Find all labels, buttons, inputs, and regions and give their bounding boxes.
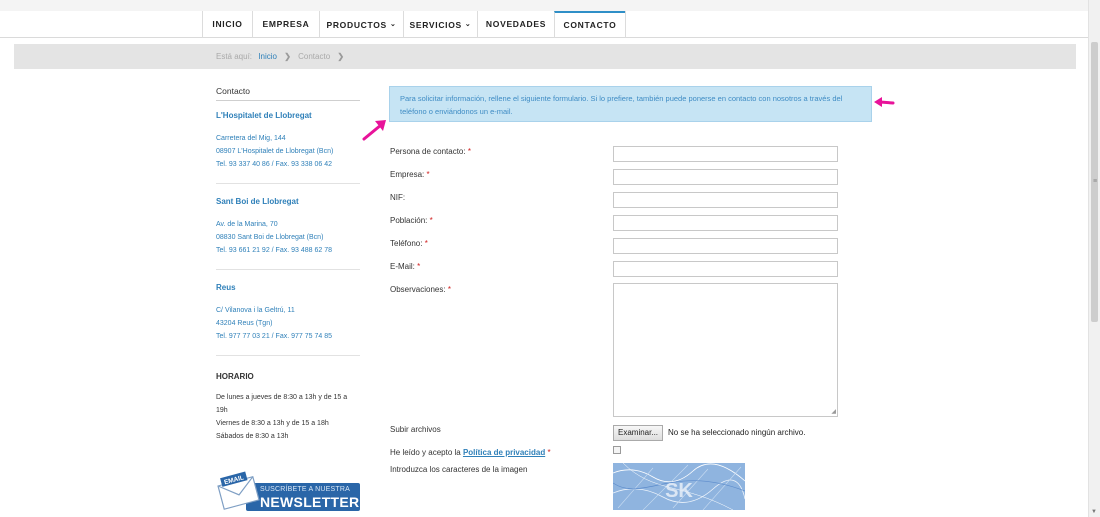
nav-empresa[interactable]: EMPRESA [252, 11, 319, 38]
newsletter-big-text: NEWSLETTER [260, 494, 360, 510]
info-message: Para solicitar información, rellene el s… [389, 86, 872, 122]
nav-empresa-label: EMPRESA [262, 19, 310, 29]
scroll-grip-icon: ≡ [1093, 178, 1098, 185]
company-label: Empresa: * [390, 170, 430, 179]
privacy-policy-link[interactable]: Política de privacidad [463, 448, 545, 457]
nav-novedades[interactable]: NOVEDADES [477, 11, 554, 38]
privacy-label: He leído y acepto la Política de privaci… [390, 448, 551, 457]
office-hospitalet: L'Hospitalet de Llobregat Carretera del … [216, 111, 360, 184]
required-mark: * [424, 239, 428, 248]
nav-contacto-label: CONTACTO [563, 20, 617, 30]
captcha-image: SK [613, 463, 745, 510]
phone-input[interactable] [613, 238, 838, 254]
chevron-down-icon: ⌄ [389, 21, 397, 28]
required-mark: * [547, 448, 551, 457]
required-mark: * [426, 170, 430, 179]
newsletter-small-text: SUSCRÍBETE A NUESTRA [260, 486, 350, 493]
phone-label: Teléfono: * [390, 239, 428, 248]
nav-productos[interactable]: PRODUCTOS ⌄ [319, 11, 403, 38]
horario-title: HORARIO [216, 372, 254, 381]
scroll-down-icon[interactable]: ▼ [1091, 509, 1097, 515]
office-name: Reus [216, 283, 236, 292]
horario-lines: De lunes a jueves de 8:30 a 13h y de 15 … [216, 391, 360, 443]
town-label: Población: * [390, 216, 433, 225]
office-address: C/ Vilanova i la Geltrú, 11 [216, 307, 295, 314]
horario-line: Sábados de 8:30 a 13h [216, 433, 289, 440]
office-reus: Reus C/ Vilanova i la Geltrú, 11 43204 R… [216, 283, 360, 356]
office-address: Carretera del Mig, 144 [216, 135, 286, 142]
upload-label: Subir archivos [390, 425, 441, 434]
observations-label: Observaciones: * [390, 285, 451, 294]
required-mark: * [417, 262, 421, 271]
office-city: 08907 L'Hospitalet de Llobregat (Bcn) [216, 148, 334, 155]
nif-input[interactable] [613, 192, 838, 208]
office-phone: Tel. 977 77 03 21 / Fax. 977 75 74 85 [216, 333, 332, 340]
annotation-arrow-icon [362, 120, 386, 141]
office-address: Av. de la Marina, 70 [216, 221, 278, 228]
browse-file-button[interactable]: Examinar... [613, 425, 664, 441]
annotation-arrow-icon [874, 97, 895, 107]
office-city: 43204 Reus (Tgn) [216, 320, 273, 327]
nav-contacto[interactable]: CONTACTO [554, 11, 625, 38]
nav-servicios-label: SERVICIOS [409, 20, 462, 30]
breadcrumb-home-link[interactable]: Inicio [258, 52, 277, 61]
info-text: Para solicitar información, rellene el s… [400, 94, 843, 116]
nav-productos-label: PRODUCTOS [326, 20, 387, 30]
nav-novedades-label: NOVEDADES [485, 19, 547, 29]
town-input[interactable] [613, 215, 838, 231]
office-city: 08830 Sant Boi de Llobregat (Bcn) [216, 234, 324, 241]
horario-line: 19h [216, 407, 228, 414]
office-name: Sant Boi de Llobregat [216, 197, 299, 206]
required-mark: * [429, 216, 433, 225]
breadcrumb-bar: Está aquí: Inicio ❯ Contacto ❯ [14, 44, 1076, 69]
sidebar: Contacto L'Hospitalet de Llobregat Carre… [216, 82, 360, 443]
chevron-right-icon: ❯ [284, 52, 291, 61]
office-sant-boi: Sant Boi de Llobregat Av. de la Marina, … [216, 197, 360, 270]
email-input[interactable] [613, 261, 838, 277]
breadcrumb: Está aquí: Inicio ❯ Contacto ❯ [216, 44, 349, 69]
contact-person-label: Persona de contacto: * [390, 147, 471, 156]
nif-label: NIF: [390, 193, 406, 202]
observations-textarea[interactable]: ◢ [613, 283, 838, 417]
privacy-checkbox[interactable] [613, 446, 621, 454]
main-nav: INICIO EMPRESA PRODUCTOS ⌄ SERVICIOS ⌄ NOV… [0, 11, 1088, 38]
company-input[interactable] [613, 169, 838, 185]
office-phone: Tel. 93 661 21 92 / Fax. 93 488 62 78 [216, 247, 332, 254]
file-status-text: No se ha seleccionado ningún archivo. [668, 428, 806, 437]
required-mark: * [467, 147, 471, 156]
nav-divider [625, 11, 626, 38]
required-mark: * [447, 285, 451, 294]
captcha-label: Introduzca los caracteres de la imagen [390, 465, 528, 474]
chevron-right-icon: ❯ [337, 52, 345, 61]
horario-line: Viernes de 8:30 a 13h y de 15 a 18h [216, 420, 329, 427]
newsletter-banner[interactable]: EMAIL SUSCRÍBETE A NUESTRA NEWSLETTER [216, 467, 360, 517]
office-phone: Tel. 93 337 40 86 / Fax. 93 338 06 42 [216, 161, 332, 168]
sidebar-title: Contacto [216, 82, 360, 101]
contact-person-input[interactable] [613, 146, 838, 162]
horario-line: De lunes a jueves de 8:30 a 13h y de 15 … [216, 394, 348, 401]
top-strip [0, 0, 1088, 11]
chevron-down-icon: ⌄ [464, 21, 472, 28]
breadcrumb-current: Contacto [298, 52, 331, 61]
nav-inicio[interactable]: INICIO [202, 11, 252, 38]
office-name: L'Hospitalet de Llobregat [216, 111, 312, 120]
resize-handle-icon[interactable]: ◢ [831, 408, 836, 415]
captcha-text: SK [665, 480, 693, 502]
email-label: E-Mail: * [390, 262, 421, 271]
breadcrumb-prefix: Está aquí: [216, 52, 253, 61]
nav-inicio-label: INICIO [212, 19, 243, 29]
nav-servicios[interactable]: SERVICIOS ⌄ [403, 11, 477, 38]
